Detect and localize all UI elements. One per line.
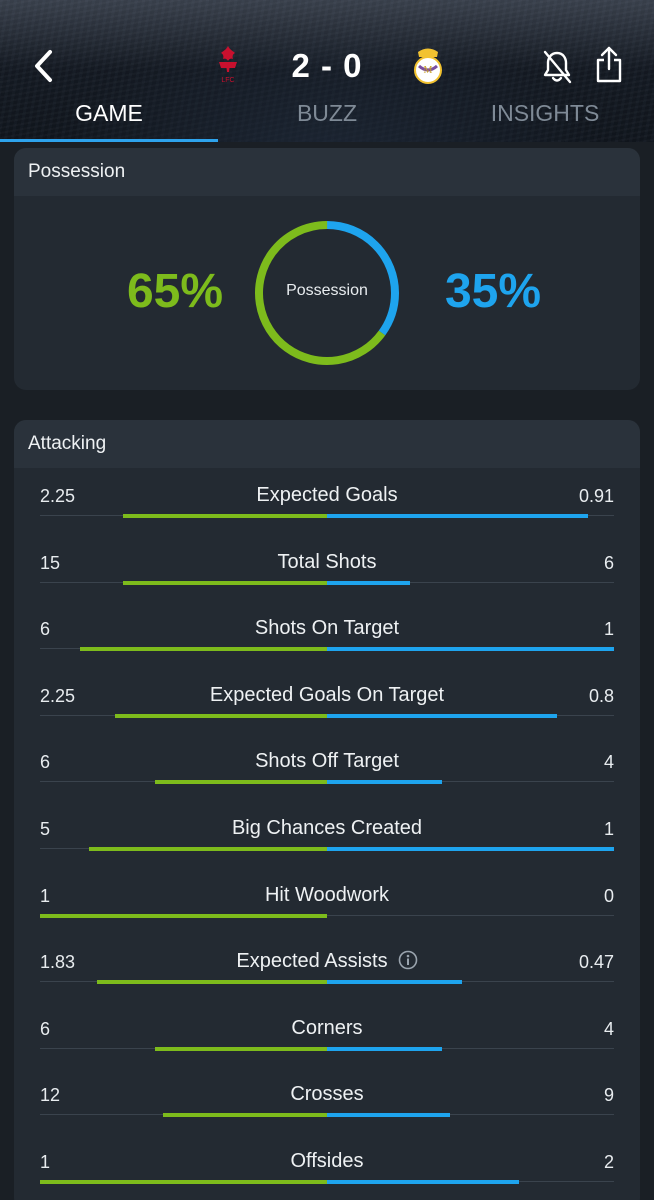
stat-label-text: Expected Goals On Target xyxy=(209,683,445,706)
stat-away-value: 1 xyxy=(603,819,614,839)
notifications-button[interactable] xyxy=(540,48,574,86)
stat-label-text: Shots On Target xyxy=(254,617,400,640)
stat-away-value: 2 xyxy=(603,1152,614,1172)
attacking-title: Attacking xyxy=(14,420,640,468)
attacking-card: Attacking 2.25 Expected Goals 0.91 15 Total … xyxy=(14,420,640,1200)
stat-label: Hit Woodwork xyxy=(14,884,640,907)
stat-away-bar xyxy=(327,847,614,851)
possession-card: Possession 65% Possession 35% xyxy=(14,148,640,390)
stat-label: Shots Off Target xyxy=(14,750,640,773)
stat-away-bar xyxy=(327,1113,450,1118)
stat-row: 5 Big Chances Created 1 xyxy=(14,807,640,873)
stat-row: 2.25 Expected Goals On Target 0.8 xyxy=(14,674,640,740)
stat-row: 6 Shots On Target 1 xyxy=(14,607,640,673)
stat-row: 6 Shots Off Target 4 xyxy=(14,740,640,806)
stat-row: 15 Total Shots 6 xyxy=(14,541,640,607)
stat-row: 2.25 Expected Goals 0.91 xyxy=(14,474,640,540)
stat-home-bar xyxy=(89,847,327,851)
stat-away-bar xyxy=(327,980,462,985)
stat-row: 1.83 Expected Assists 0.47 xyxy=(14,940,640,1006)
bell-muted-icon xyxy=(543,50,572,84)
svg-text:M: M xyxy=(424,65,433,76)
stat-label-text: Offsides xyxy=(290,1150,364,1172)
stat-home-bar xyxy=(123,514,327,518)
back-button[interactable] xyxy=(26,46,60,86)
stat-label-text: Crosses xyxy=(290,1083,364,1106)
stat-away-bar xyxy=(327,580,410,585)
stat-label-text: Corners xyxy=(291,1016,363,1039)
stat-away-bar xyxy=(327,1046,442,1051)
stat-away-value: 1 xyxy=(603,619,614,640)
stat-label: Big Chances Created xyxy=(14,817,640,840)
info-icon[interactable] xyxy=(398,950,418,970)
stat-away-value: 9 xyxy=(603,1085,614,1106)
stat-label: Expected Goals xyxy=(14,484,640,507)
stat-label: Expected Goals On Target xyxy=(14,684,640,707)
stat-away-bar xyxy=(327,647,614,652)
stat-home-bar xyxy=(40,913,327,918)
away-team-crest: M xyxy=(410,44,446,86)
stat-label: Offsides xyxy=(14,1150,640,1173)
stat-label: Expected Assists xyxy=(14,950,640,973)
stat-label: Crosses xyxy=(14,1083,640,1106)
stat-label-text: Expected Assists xyxy=(236,950,388,973)
stat-label: Corners xyxy=(14,1017,640,1040)
stat-away-value: 0.8 xyxy=(588,685,614,706)
tab-game[interactable]: GAME xyxy=(0,96,218,142)
stat-label: Total Shots xyxy=(14,551,640,574)
stat-home-bar xyxy=(163,1113,327,1118)
stat-home-bar xyxy=(97,980,327,985)
stat-label-text: Expected Goals xyxy=(256,484,398,506)
stat-home-bar xyxy=(40,1180,327,1184)
stat-label-text: Shots Off Target xyxy=(255,750,399,773)
tab-buzz[interactable]: BUZZ xyxy=(218,96,436,142)
stat-away-value: 0.91 xyxy=(578,486,614,506)
match-header: LFC 2 - 0 M GAME BUZZ INSIGHTS xyxy=(0,0,654,142)
stat-home-bar xyxy=(155,1046,327,1051)
match-tabs: GAME BUZZ INSIGHTS xyxy=(0,96,654,142)
stat-away-bar xyxy=(327,1180,519,1184)
donut-center-label: Possession xyxy=(286,282,368,299)
away-possession-value: 35% xyxy=(444,265,542,318)
stat-row: 1 Hit Woodwork 0 xyxy=(14,874,640,940)
stat-row: 1 Offsides 2 xyxy=(14,1140,640,1200)
stat-away-value: 0.47 xyxy=(578,952,614,973)
stat-away-bar xyxy=(327,514,588,518)
share-icon xyxy=(596,46,622,83)
stat-away-value: 4 xyxy=(603,752,614,773)
stat-away-bar xyxy=(327,713,557,718)
home-crest-text: LFC xyxy=(221,77,234,84)
stat-home-bar xyxy=(123,580,327,585)
stat-away-value: 0 xyxy=(603,885,614,906)
home-possession-value: 65% xyxy=(126,265,224,318)
stat-row: 12 Crosses 9 xyxy=(14,1073,640,1139)
stat-away-value: 4 xyxy=(603,1018,614,1039)
stat-home-bar xyxy=(115,713,327,718)
stat-away-bar xyxy=(327,780,442,785)
tab-insights[interactable]: INSIGHTS xyxy=(436,96,654,142)
stat-home-bar xyxy=(80,647,327,652)
stat-label-text: Hit Woodwork xyxy=(264,883,390,906)
stat-away-value: 6 xyxy=(603,552,614,573)
stat-home-bar xyxy=(155,780,327,785)
stat-label: Shots On Target xyxy=(14,617,640,640)
stat-label-text: Total Shots xyxy=(277,550,377,573)
possession-title: Possession xyxy=(14,148,640,196)
home-team-crest: LFC xyxy=(213,44,243,86)
match-score: 2 - 0 xyxy=(291,47,363,84)
share-button[interactable] xyxy=(592,45,626,85)
possession-body: 65% Possession 35% xyxy=(14,196,640,390)
stat-label-text: Big Chances Created xyxy=(231,817,423,839)
back-chevron-icon xyxy=(35,50,52,82)
stat-row: 6 Corners 4 xyxy=(14,1007,640,1073)
